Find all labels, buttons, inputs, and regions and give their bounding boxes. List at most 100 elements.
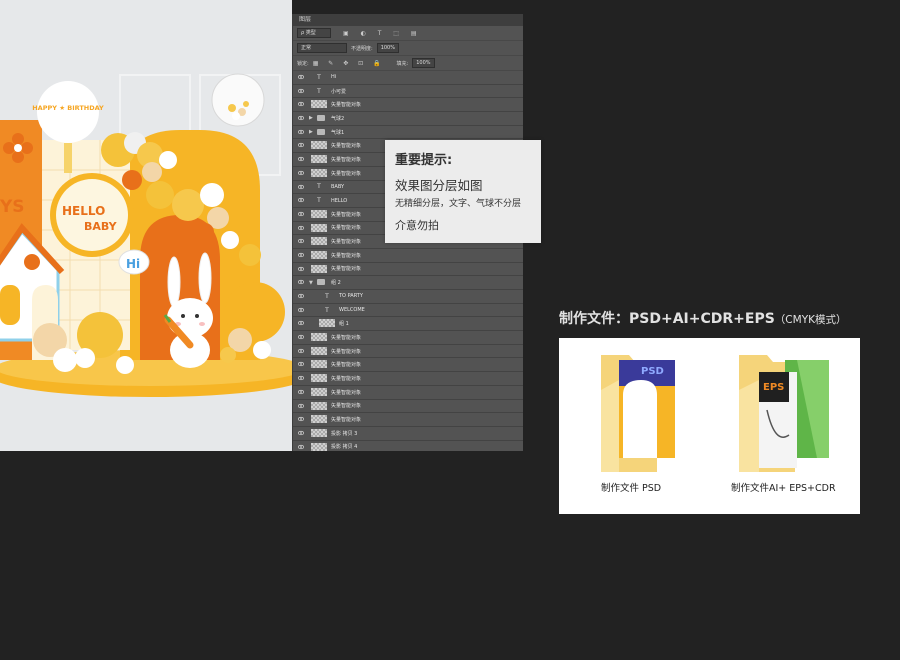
layer-name: Hi [331,74,337,81]
layer-row[interactable]: 矢量智能对象 [293,98,523,113]
layer-row[interactable]: 组 1 [293,317,523,332]
blend-row: 正常 不透明度: 100% [293,41,523,56]
layer-name: 矢量智能对象 [331,225,362,232]
layer-row[interactable]: ▶ 气球1 [293,126,523,140]
visibility-eye-icon[interactable] [297,416,305,422]
visibility-eye-icon[interactable] [297,197,305,203]
layer-name: WELCOME [339,307,365,314]
layer-row[interactable]: T 小可爱 [293,85,523,99]
visibility-eye-icon[interactable] [297,211,305,217]
layer-thumbnail [311,209,327,218]
layer-name: 矢量智能对象 [331,239,362,246]
happy-birthday-sign: HAPPY ★ BIRTHDAY [32,104,104,112]
psd-folder-icon: PSD [601,355,675,472]
visibility-eye-icon[interactable] [297,170,305,176]
visibility-eye-icon[interactable] [297,142,305,148]
layer-row[interactable]: ▼ 组 2 [293,276,523,290]
layer-name: 矢量智能对象 [331,156,362,163]
filter-kind-select[interactable]: ρ 类型 [297,28,331,38]
layer-row[interactable]: 矢量智能对象 [293,263,523,277]
layer-row[interactable]: 投影 拷贝 4 [293,441,523,451]
layer-name: 矢量智能对象 [331,170,362,177]
layer-row[interactable]: 矢量智能对象 [293,372,523,386]
visibility-eye-icon[interactable] [297,129,305,135]
layer-name: 组 2 [331,280,341,287]
layer-row[interactable]: T Hi [293,71,523,85]
visibility-eye-icon[interactable] [297,266,305,272]
expanded-arrow-icon[interactable]: ▼ [309,280,313,286]
visibility-eye-icon[interactable] [297,238,305,244]
canvas-preview: YS HAPPY ★ BIRTHDAY HELLO BABY Hi [0,0,292,451]
layer-thumbnail [311,237,327,246]
files-title-main: 制作文件：PSD+AI+CDR+EPS [559,311,775,327]
layer-row[interactable]: 矢量智能对象 [293,331,523,345]
visibility-eye-icon[interactable] [297,375,305,381]
visibility-eye-icon[interactable] [297,101,305,107]
visibility-eye-icon[interactable] [297,156,305,162]
layer-thumbnail [311,223,327,232]
layer-name: 矢量智能对象 [331,211,362,218]
hello-sign-text: HELLO [62,204,105,218]
visibility-eye-icon[interactable] [297,334,305,340]
filter-icons[interactable]: ▣ ◐ T ⬚ ▤ [343,30,422,37]
layer-row[interactable]: 矢量智能对象 [293,400,523,414]
visibility-eye-icon[interactable] [297,361,305,367]
visibility-eye-icon[interactable] [297,225,305,231]
layer-thumbnail [311,374,327,383]
layer-row[interactable]: T TO PARTY [293,290,523,304]
visibility-eye-icon[interactable] [297,74,305,80]
visibility-eye-icon[interactable] [297,444,305,450]
layer-row[interactable]: T WELCOME [293,304,523,318]
blend-mode-select[interactable]: 正常 [297,43,347,53]
layer-row[interactable]: 投影 拷贝 3 [293,427,523,441]
layers-tab[interactable]: 图层 [293,14,523,26]
visibility-eye-icon[interactable] [297,279,305,285]
notice-heading: 重要提示: [395,153,453,168]
visibility-eye-icon[interactable] [297,403,305,409]
visibility-eye-icon[interactable] [297,307,305,313]
layer-thumbnail [311,264,327,273]
visibility-eye-icon[interactable] [297,389,305,395]
files-card: PSD 制作文件 PSD EPS 制作文件AI+ EPS+CDR [559,338,860,514]
collapsed-arrow-icon[interactable]: ▶ [309,129,313,135]
opacity-input[interactable]: 100% [376,43,399,53]
layer-thumbnail [311,346,327,355]
visibility-eye-icon[interactable] [297,115,305,121]
layer-row[interactable]: 矢量智能对象 [293,345,523,359]
lock-icons[interactable]: ▦ ✎ ✥ ⊡ 🔒 [313,60,385,67]
layer-thumbnail [311,387,327,396]
text-layer-icon: T [317,197,321,205]
visibility-eye-icon[interactable] [297,252,305,258]
fill-input[interactable]: 100% [412,58,435,68]
visibility-eye-icon[interactable] [297,348,305,354]
layer-name: 气球1 [331,129,345,136]
lock-label: 锁定: [297,60,309,67]
layers-filter-row: ρ 类型 ▣ ◐ T ⬚ ▤ [293,26,523,41]
hi-bubble-text: Hi [126,257,140,271]
layer-row[interactable]: 矢量智能对象 [293,386,523,400]
text-layer-icon: T [317,87,321,95]
files-title-sub: （CMYK模式） [774,314,847,326]
layer-name: 组 1 [339,321,349,328]
collapsed-arrow-icon[interactable]: ▶ [309,115,313,121]
layer-row[interactable]: 矢量智能对象 [293,249,523,263]
text-layer-icon: T [325,292,329,300]
text-layer-icon: T [317,73,321,81]
visibility-eye-icon[interactable] [297,293,305,299]
opacity-label: 不透明度: [351,45,373,52]
layer-row[interactable]: 矢量智能对象 [293,413,523,427]
layer-row[interactable]: 矢量智能对象 [293,358,523,373]
layer-name: 矢量智能对象 [331,375,362,382]
layer-name: 矢量智能对象 [331,143,362,150]
layer-name: 矢量智能对象 [331,266,362,273]
ai-eps-cdr-caption: 制作文件AI+ EPS+CDR [731,483,836,494]
visibility-eye-icon[interactable] [297,184,305,190]
visibility-eye-icon[interactable] [297,430,305,436]
notice-box: 重要提示: 效果图分层如图 无精细分层，文字、气球不分层 介意勿拍 [385,140,541,243]
layer-name: 矢量智能对象 [331,348,362,355]
visibility-eye-icon[interactable] [297,88,305,94]
visibility-eye-icon[interactable] [297,320,305,326]
layer-thumbnail [311,360,327,369]
layer-row[interactable]: ▶ 气球2 [293,112,523,126]
layer-thumbnail [311,415,327,424]
